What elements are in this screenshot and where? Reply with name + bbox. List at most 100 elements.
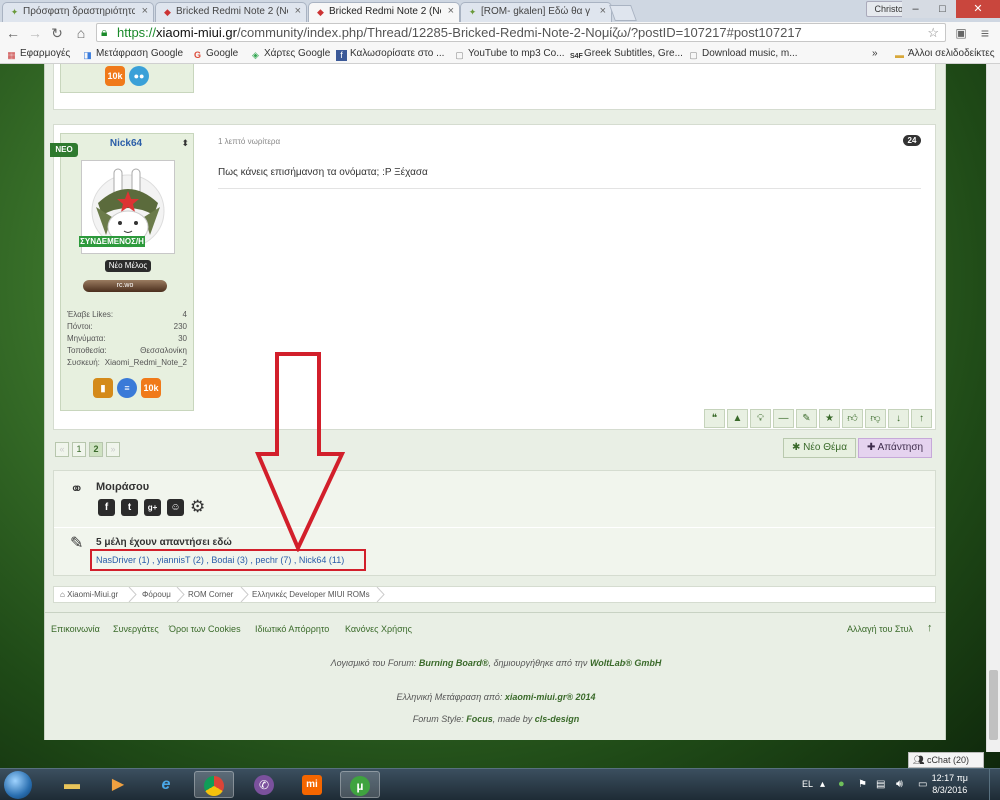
- close-tab-icon[interactable]: ×: [448, 5, 454, 17]
- reload-icon[interactable]: ↻: [48, 24, 66, 42]
- username[interactable]: Nick64: [61, 138, 191, 149]
- post-actions: ❝ ▲ 💡︎ — ✎ ★ 👍︎ 👎︎ ↓ ↑: [704, 409, 936, 428]
- close-tab-icon[interactable]: ×: [295, 5, 301, 17]
- tab-bricked-1[interactable]: ◆ Bricked Redmi Note 2 (No ×: [155, 2, 307, 22]
- arrow-down-icon[interactable]: ↓: [888, 409, 909, 428]
- volume-icon[interactable]: 🔊︎: [896, 769, 903, 800]
- bookmark-star-icon[interactable]: ☆: [927, 24, 939, 41]
- bookmark-google[interactable]: G Google: [192, 48, 238, 61]
- network-icon[interactable]: ▤: [876, 769, 885, 800]
- facebook-share-icon[interactable]: f: [98, 499, 115, 516]
- tab-bricked-2[interactable]: ◆ Bricked Redmi Note 2 (No ×: [308, 2, 460, 22]
- bookmark-translate[interactable]: ◨ Μετάφραση Google: [82, 48, 183, 61]
- post-number-badge[interactable]: 24: [903, 135, 921, 146]
- close-tab-icon[interactable]: ×: [142, 5, 148, 17]
- language-indicator[interactable]: EL: [802, 769, 813, 800]
- breadcrumb-rom-corner[interactable]: ROM Corner: [188, 587, 233, 602]
- online-status-badge: ΣΥΝΔΕΜΕΝΟΣ/Η: [79, 236, 145, 247]
- minus-icon[interactable]: —: [773, 409, 794, 428]
- change-style-link[interactable]: Αλλαγή του Στυλ: [847, 624, 913, 634]
- flag-icon[interactable]: ⚑: [858, 769, 867, 800]
- utorrent-tray-icon[interactable]: ●: [838, 769, 845, 800]
- footer-link-cookies[interactable]: Όροι των Cookies: [169, 624, 241, 634]
- chat-widget[interactable]: 👥︎ cChat (20): [908, 752, 984, 768]
- post-24: Nick64 ⬍ ΣΥΝΔΕΜΕΝΟΣ/Η Νέο Μέλος rc.wo Έλ…: [50, 124, 936, 430]
- quote-icon[interactable]: ❝: [704, 409, 725, 428]
- report-icon[interactable]: ▲: [727, 409, 748, 428]
- users-icon: 👥︎: [913, 755, 927, 765]
- extension-icon[interactable]: ▣: [952, 24, 970, 42]
- minimize-icon[interactable]: –: [902, 0, 929, 18]
- bookmark-facebook[interactable]: f Καλωσορίσατε στο ...: [336, 48, 444, 61]
- utorrent-icon[interactable]: µ: [340, 771, 380, 798]
- footer-link-rules[interactable]: Κανόνες Χρήσης: [345, 624, 412, 634]
- footer-link-privacy[interactable]: Ιδιωτικό Απόρρητο: [255, 624, 329, 634]
- thumbs-down-icon[interactable]: 👎︎: [865, 409, 886, 428]
- maximize-icon[interactable]: □: [929, 0, 956, 18]
- reddit-share-icon[interactable]: ☺: [167, 499, 184, 516]
- page-prev-button[interactable]: «: [55, 442, 69, 457]
- maps-icon: ◈: [252, 50, 259, 60]
- thumbs-up-icon[interactable]: 👍︎: [842, 409, 863, 428]
- bookmark-apps[interactable]: ▦ Εφαρμογές: [6, 48, 70, 61]
- breadcrumb-greek-roms[interactable]: Ελληνικές Developer MIUI ROMs: [252, 587, 370, 602]
- internet-explorer-icon[interactable]: e: [146, 771, 186, 798]
- bookmark-greek-subtitles[interactable]: S4FGreek Subtitles, Gre...: [570, 48, 683, 62]
- footer-link-partners[interactable]: Συνεργάτες: [113, 624, 159, 634]
- post-time[interactable]: 1 λεπτό νωρίτερα: [218, 137, 280, 146]
- reply-button[interactable]: ✚ Απάντηση: [858, 438, 933, 458]
- footer-link-contact[interactable]: Επικοινωνία: [51, 624, 100, 634]
- page-scrollbar[interactable]: [986, 64, 1000, 752]
- breadcrumb-chevron-icon: [128, 587, 137, 602]
- apps-grid-icon: ▦: [7, 50, 16, 60]
- chrome-icon[interactable]: [194, 771, 234, 798]
- page-icon: ▢: [689, 50, 698, 60]
- star-icon[interactable]: ★: [819, 409, 840, 428]
- page-icon: ▢: [455, 50, 464, 60]
- google-plus-share-icon[interactable]: g+: [144, 499, 161, 516]
- mi-pc-suite-icon[interactable]: mi: [292, 771, 332, 798]
- breadcrumb-home[interactable]: ⌂ Xiaomi-Miui.gr: [60, 587, 118, 602]
- taskbar-clock[interactable]: 12:17 πμ 8/3/2016: [932, 772, 968, 796]
- forward-icon[interactable]: →: [26, 24, 44, 42]
- page-next-button[interactable]: »: [106, 442, 120, 457]
- tab-recent-activity[interactable]: ✦ Πρόσφατη δραστηριότητα ×: [2, 2, 154, 22]
- show-desktop-button[interactable]: [989, 769, 1000, 800]
- chat-badge-icon: ●●: [129, 66, 149, 86]
- scroll-top-icon[interactable]: ↑: [927, 622, 933, 634]
- new-tab-button[interactable]: [609, 5, 637, 21]
- bookmarks-overflow-icon[interactable]: »: [872, 48, 878, 59]
- bookmark-maps[interactable]: ◈ Χάρτες Google: [250, 48, 330, 61]
- gear-icon[interactable]: ⚙: [190, 498, 205, 515]
- lightbulb-icon[interactable]: 💡︎: [750, 409, 771, 428]
- start-button[interactable]: [4, 771, 32, 799]
- new-thread-button[interactable]: ✱ Νέο Θέμα: [783, 438, 856, 458]
- address-bar[interactable]: 🔒︎ https://xiaomi-miui.gr/community/inde…: [96, 23, 946, 42]
- page-1-button[interactable]: 1: [72, 442, 86, 457]
- bookmark-other[interactable]: ▬ Άλλοι σελιδοδείκτες: [894, 48, 995, 61]
- close-window-icon[interactable]: ✕: [956, 0, 1000, 18]
- bookmark-youtube-mp3[interactable]: ▢ YouTube to mp3 Co...: [454, 48, 564, 61]
- previous-post: 10k ●●: [53, 64, 936, 110]
- bookmark-download-music[interactable]: ▢ Download music, m...: [688, 48, 797, 61]
- home-icon: ⌂: [60, 590, 68, 599]
- back-icon[interactable]: ←: [4, 24, 22, 42]
- tab-rom-gkalen[interactable]: ✦ [ROM- gkalen] Εδώ θα γ ×: [460, 2, 612, 22]
- file-explorer-icon[interactable]: ▬: [52, 771, 92, 798]
- viber-icon[interactable]: ✆: [244, 771, 284, 798]
- action-center-icon[interactable]: ▭: [918, 769, 927, 800]
- stat-location: Τοποθεσία: Θεσσαλονίκη: [67, 346, 187, 355]
- footer-translation: Ελληνική Μετάφραση από: xiaomi-miui.gr® …: [396, 692, 596, 702]
- arrow-up-icon[interactable]: ↑: [911, 409, 932, 428]
- page-2-button[interactable]: 2: [89, 442, 103, 457]
- home-icon[interactable]: ⌂: [72, 24, 90, 42]
- lock-icon: 🔒︎: [101, 25, 108, 39]
- menu-icon[interactable]: ≡: [976, 24, 994, 42]
- tray-expand-icon[interactable]: ▴: [820, 769, 825, 800]
- close-tab-icon[interactable]: ×: [600, 5, 606, 17]
- scrollbar-thumb[interactable]: [989, 670, 998, 740]
- twitter-share-icon[interactable]: t: [121, 499, 138, 516]
- media-player-icon[interactable]: ▶: [98, 771, 138, 798]
- breadcrumb-forum[interactable]: Φόρουμ: [142, 587, 171, 602]
- pin-icon[interactable]: ✎: [796, 409, 817, 428]
